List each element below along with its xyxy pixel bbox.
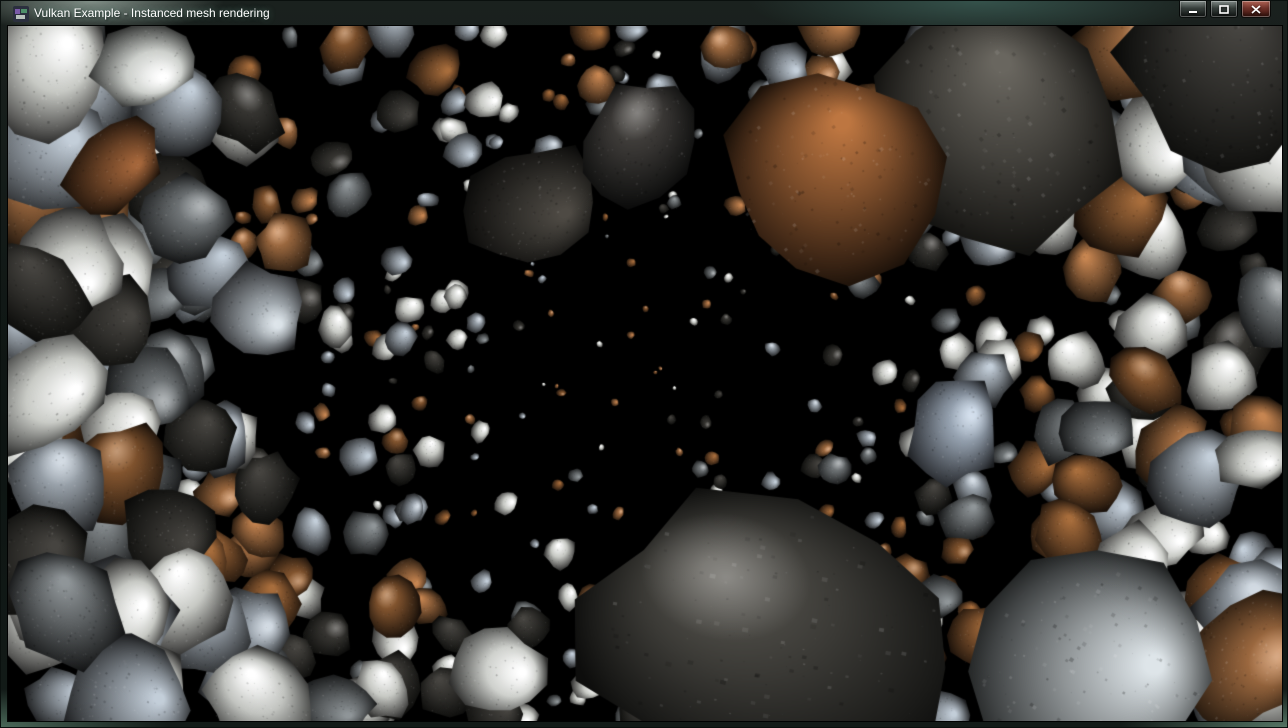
app-icon[interactable] [13, 6, 29, 22]
app-window: Vulkan Example - Instanced mesh renderin… [0, 0, 1288, 728]
minimize-button[interactable] [1179, 1, 1207, 18]
window-controls [1179, 1, 1271, 18]
rock-field-canvas[interactable] [8, 26, 1282, 721]
render-viewport[interactable] [8, 26, 1282, 721]
titlebar[interactable]: Vulkan Example - Instanced mesh renderin… [8, 1, 1280, 26]
maximize-icon [1219, 5, 1229, 14]
minimize-icon [1188, 5, 1198, 14]
close-icon [1251, 5, 1261, 14]
close-button[interactable] [1241, 1, 1271, 18]
window-title: Vulkan Example - Instanced mesh renderin… [34, 1, 270, 26]
maximize-button[interactable] [1210, 1, 1238, 18]
